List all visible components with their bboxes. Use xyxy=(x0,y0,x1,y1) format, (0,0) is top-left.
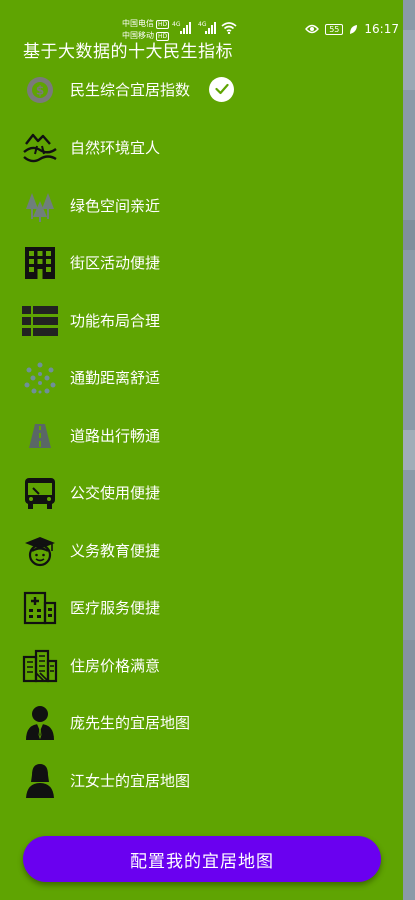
menu-item-label: 住房价格满意 xyxy=(70,656,161,675)
man-avatar-icon xyxy=(22,705,58,741)
menu-item-bus[interactable]: 公交使用便捷 xyxy=(0,467,403,517)
map-background[interactable] xyxy=(403,0,415,900)
nature-landscape-icon xyxy=(22,130,58,166)
menu-item-education[interactable]: 义务教育便捷 xyxy=(0,525,403,575)
menu-item-label: 公交使用便捷 xyxy=(70,483,161,502)
menu-item-label: 庞先生的宜居地图 xyxy=(70,713,191,732)
menu-item-label: 民生综合宜居指数 xyxy=(70,80,191,99)
bus-icon xyxy=(22,475,58,511)
menu-item-label: 功能布局合理 xyxy=(70,311,161,330)
carrier1-hd-badge: HD xyxy=(156,20,170,29)
battery-level: 55 xyxy=(325,23,344,35)
eye-icon xyxy=(305,24,320,34)
configure-my-map-button[interactable]: 配置我的宜居地图 xyxy=(23,836,381,882)
menu-item-medical[interactable]: 医疗服务便捷 xyxy=(0,582,403,632)
graduate-icon xyxy=(22,533,58,569)
road-icon xyxy=(22,418,58,454)
menu-item-label: 医疗服务便捷 xyxy=(70,598,161,617)
check-icon xyxy=(209,76,234,102)
livability-index-icon: $ xyxy=(22,72,58,108)
status-right: 55 16:17 xyxy=(305,22,399,36)
building-icon xyxy=(22,245,58,281)
navigation-drawer: 中国电信 HD 中国移动 HD 4G 4G 55 16:17 基于大数据的十大民… xyxy=(0,0,403,900)
menu-item-function-layout[interactable]: 功能布局合理 xyxy=(0,295,403,345)
status-time: 16:17 xyxy=(364,22,399,36)
list-layout-icon xyxy=(22,303,58,339)
leaf-icon xyxy=(350,24,358,34)
status-bar: 中国电信 HD 中国移动 HD 4G 4G 55 16:17 xyxy=(0,0,415,41)
signal-icon xyxy=(180,22,191,34)
menu-item-label: 通勤距离舒适 xyxy=(70,368,161,387)
woman-avatar-icon xyxy=(22,763,58,799)
menu-item-label: 江女士的宜居地图 xyxy=(70,771,191,790)
drawer-title: 基于大数据的十大民生指标 xyxy=(23,42,233,62)
menu-item-block-activity[interactable]: 街区活动便捷 xyxy=(0,237,403,287)
menu-item-commute[interactable]: 通勤距离舒适 xyxy=(0,352,403,402)
trees-icon xyxy=(22,188,58,224)
menu-item-green-space[interactable]: 绿色空间亲近 xyxy=(0,180,403,230)
hospital-icon xyxy=(22,590,58,626)
menu-item-livability-index[interactable]: $ 民生综合宜居指数 xyxy=(0,64,403,114)
menu-item-label: 街区活动便捷 xyxy=(70,253,161,272)
housing-icon xyxy=(22,648,58,684)
menu-item-housing-price[interactable]: 住房价格满意 xyxy=(0,640,403,690)
menu-item-label: 义务教育便捷 xyxy=(70,541,161,560)
svg-text:$: $ xyxy=(36,84,44,98)
signal-icon-2 xyxy=(205,22,216,34)
commute-network-icon xyxy=(22,360,58,396)
menu-item-label: 自然环境宜人 xyxy=(70,138,161,157)
menu-item-label: 绿色空间亲近 xyxy=(70,196,161,215)
menu-item-nature[interactable]: 自然环境宜人 xyxy=(0,122,403,172)
wifi-icon xyxy=(221,22,237,34)
menu-item-ms-jiang-map[interactable]: 江女士的宜居地图 xyxy=(0,755,403,805)
carrier1-name: 中国电信 xyxy=(122,19,154,28)
menu-item-road[interactable]: 道路出行畅通 xyxy=(0,410,403,460)
menu-item-label: 道路出行畅通 xyxy=(70,426,161,445)
menu-item-mr-pang-map[interactable]: 庞先生的宜居地图 xyxy=(0,697,403,747)
